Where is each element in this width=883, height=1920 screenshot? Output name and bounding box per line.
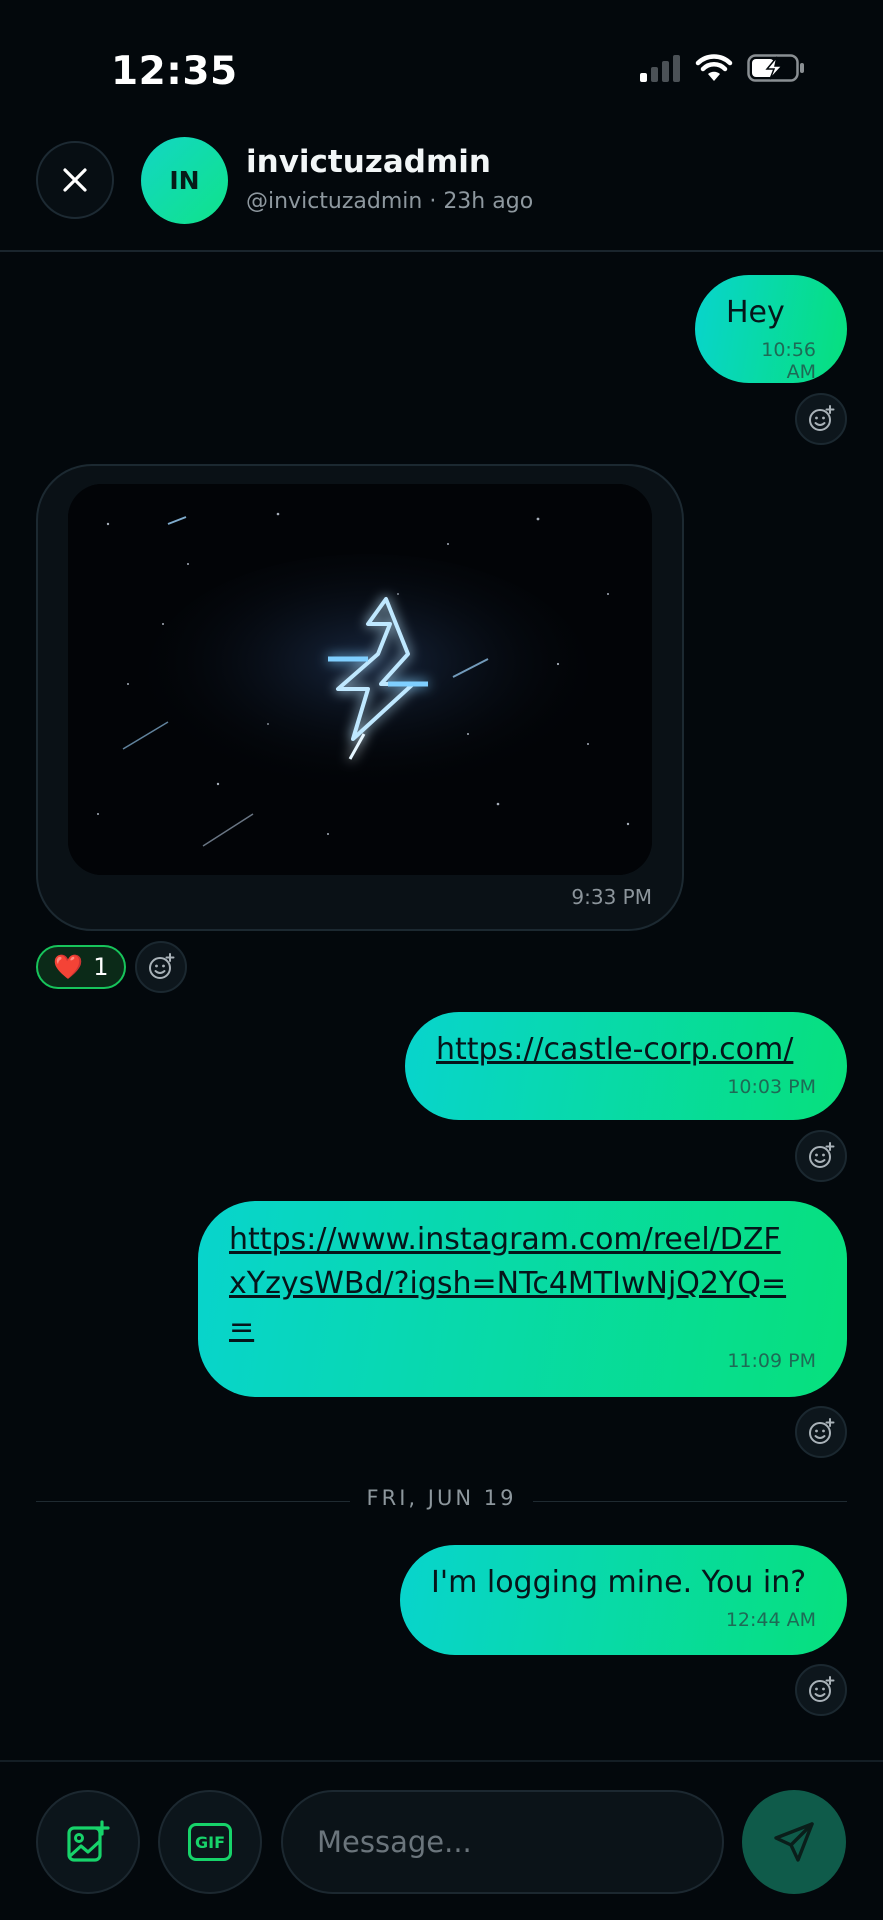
heart-emoji: ❤️ bbox=[53, 953, 84, 981]
reaction-heart[interactable]: ❤️ 1 bbox=[36, 945, 126, 989]
add-image-button[interactable] bbox=[36, 1790, 140, 1894]
gif-label: GIF bbox=[194, 1832, 225, 1852]
add-reaction-icon bbox=[149, 953, 175, 979]
add-reaction-icon bbox=[809, 1418, 835, 1444]
message-link[interactable]: https://www.instagram.com/reel/DZF xYzys… bbox=[229, 1218, 816, 1350]
message-time: 10:56 AM bbox=[761, 339, 816, 383]
image-message[interactable]: 9:33 PM bbox=[36, 464, 684, 931]
add-reaction-icon bbox=[809, 1142, 835, 1168]
message-bubble[interactable]: https://www.instagram.com/reel/DZF xYzys… bbox=[198, 1201, 847, 1397]
close-button[interactable] bbox=[36, 141, 114, 219]
message-link[interactable]: https://castle-corp.com/ bbox=[436, 1028, 816, 1072]
gif-icon: GIF bbox=[188, 1823, 232, 1861]
message-text: I'm logging mine. You in? bbox=[431, 1565, 807, 1600]
chat-screen: 12:35 IN invictuzadmin @invictuzadmin · … bbox=[0, 0, 883, 1920]
status-icons bbox=[639, 54, 805, 82]
reaction-count: 1 bbox=[93, 953, 109, 981]
message-image[interactable] bbox=[68, 484, 652, 875]
wifi-icon bbox=[695, 54, 733, 81]
status-time: 12:35 bbox=[111, 49, 238, 94]
signal-icon bbox=[640, 55, 680, 82]
chat-header: IN invictuzadmin @invictuzadmin · 23h ag… bbox=[0, 130, 883, 252]
add-reaction-button[interactable] bbox=[795, 1406, 847, 1458]
date-label: FRI, JUN 19 bbox=[366, 1486, 517, 1510]
date-divider: FRI, JUN 19 bbox=[36, 1486, 847, 1516]
message-bubble[interactable]: Hey 10:56 AM bbox=[695, 275, 847, 383]
message-time: 9:33 PM bbox=[571, 885, 652, 909]
message-bubble[interactable]: I'm logging mine. You in? 12:44 AM bbox=[400, 1545, 847, 1655]
add-image-icon bbox=[67, 1820, 110, 1862]
message-text: Hey bbox=[726, 295, 785, 330]
invictuz-logo-image bbox=[68, 484, 652, 875]
send-button[interactable] bbox=[742, 1790, 846, 1894]
status-bar: 12:35 bbox=[0, 0, 883, 130]
add-reaction-button[interactable] bbox=[795, 1664, 847, 1716]
message-time: 12:44 AM bbox=[725, 1609, 816, 1631]
message-input[interactable] bbox=[281, 1790, 724, 1894]
send-icon bbox=[774, 1822, 814, 1862]
add-reaction-icon bbox=[809, 405, 835, 431]
gif-button[interactable]: GIF bbox=[158, 1790, 262, 1894]
avatar[interactable]: IN bbox=[141, 137, 228, 224]
contact-subtitle: @invictuzadmin · 23h ago bbox=[246, 189, 534, 214]
message-time: 10:03 PM bbox=[727, 1076, 816, 1098]
add-reaction-icon bbox=[809, 1676, 835, 1702]
battery-charging-icon bbox=[747, 54, 804, 82]
add-reaction-button[interactable] bbox=[795, 393, 847, 445]
contact-name: invictuzadmin bbox=[246, 144, 491, 180]
add-reaction-button[interactable] bbox=[795, 1130, 847, 1182]
close-icon bbox=[63, 168, 87, 192]
message-composer: GIF bbox=[0, 1760, 883, 1920]
message-time: 11:09 PM bbox=[727, 1350, 816, 1372]
add-reaction-button[interactable] bbox=[135, 941, 187, 993]
message-bubble[interactable]: https://castle-corp.com/ 10:03 PM bbox=[405, 1012, 847, 1120]
